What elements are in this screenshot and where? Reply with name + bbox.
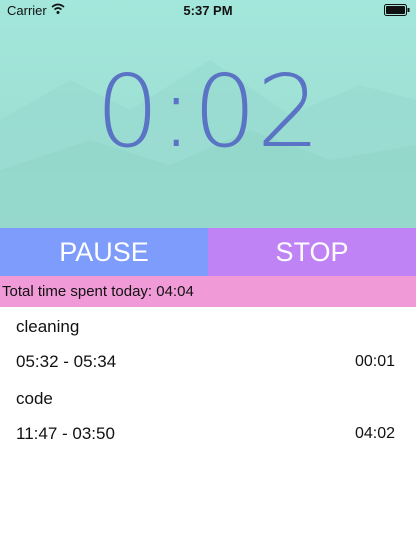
entry-title: code <box>16 389 53 408</box>
status-bar: Carrier 5:37 PM <box>0 0 416 20</box>
entry-duration: 00:01 <box>354 353 395 370</box>
elapsed-timer: 0:02 <box>95 53 321 170</box>
battery-icon <box>384 4 410 16</box>
stop-button[interactable]: STOP <box>208 228 416 276</box>
entry-time-range: 11:47 - 03:50 <box>16 424 115 443</box>
entry-duration: 04:02 <box>354 425 395 442</box>
pause-button[interactable]: PAUSE <box>0 228 208 276</box>
entry-title: cleaning <box>16 317 80 336</box>
status-time: 5:37 PM <box>183 3 233 18</box>
list-item[interactable]: code 11:47 - 03:50 04:02 <box>0 379 416 451</box>
entry-time-range: 05:32 - 05:34 <box>16 352 117 371</box>
time-entry-list[interactable]: cleaning 05:32 - 05:34 00:01 code 11:47 … <box>0 307 416 533</box>
timer-background: Carrier 5:37 PM 0:02 <box>0 0 416 228</box>
list-item[interactable]: cleaning 05:32 - 05:34 00:01 <box>0 307 416 379</box>
total-time-summary: Total time spent today: 04:04 <box>0 276 416 307</box>
